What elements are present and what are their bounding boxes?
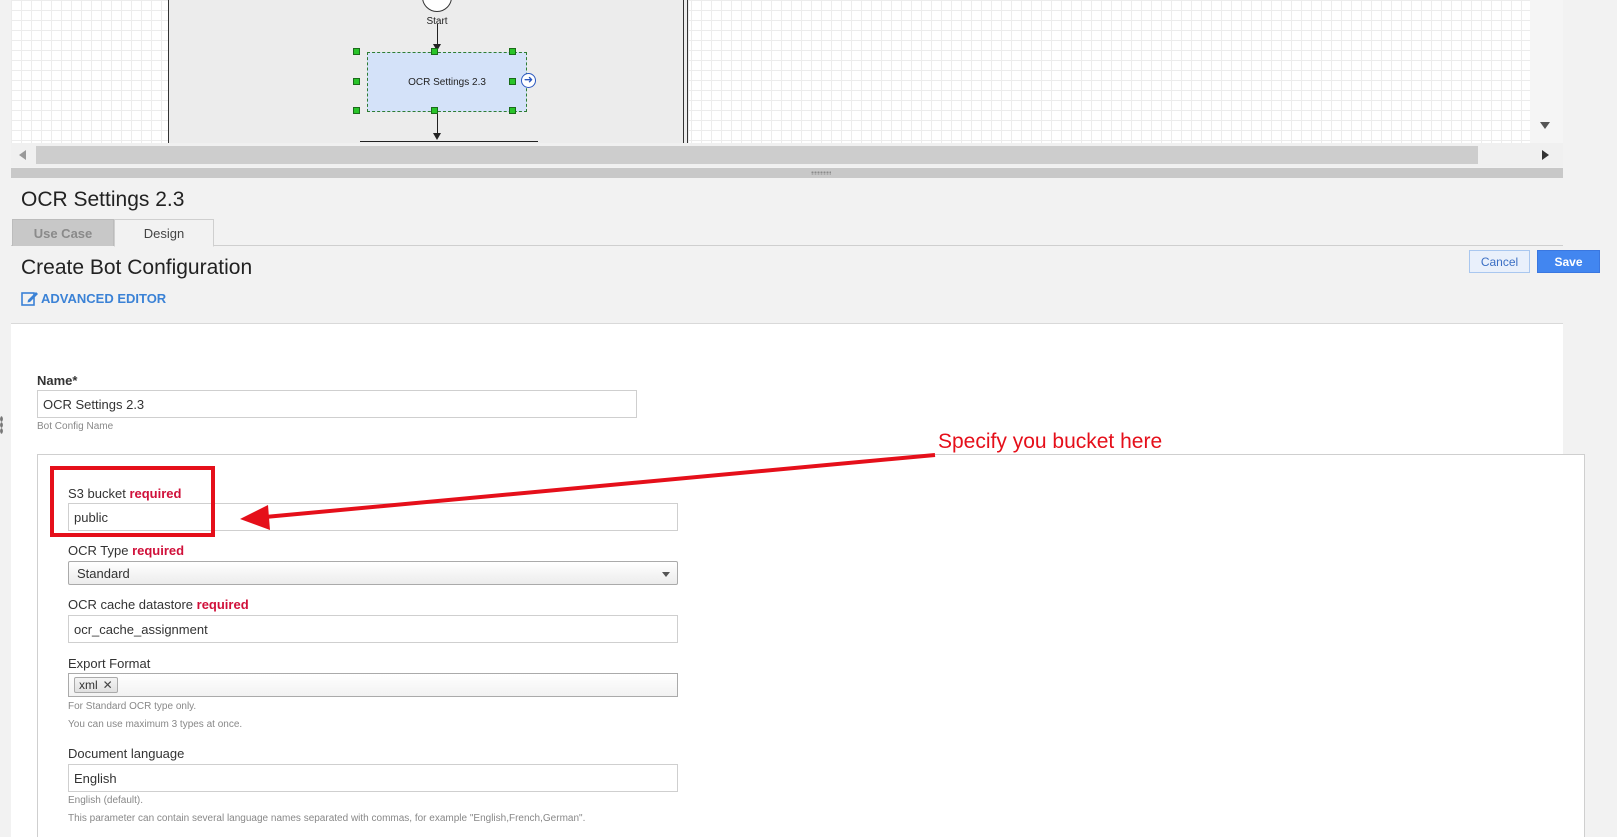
- export-format-tag: xml ✕: [74, 677, 118, 693]
- tab-use-case[interactable]: Use Case: [12, 219, 114, 246]
- tab-bar: Use Case Design: [11, 219, 1563, 247]
- advanced-editor-label: ADVANCED EDITOR: [41, 291, 167, 306]
- scroll-left-arrow-icon[interactable]: [19, 150, 26, 160]
- ocr-type-selected-value: Standard: [77, 565, 130, 581]
- edit-icon: [21, 292, 38, 306]
- tab-design[interactable]: Design: [114, 219, 214, 247]
- splitter-grip-icon[interactable]: [811, 171, 831, 175]
- save-button[interactable]: Save: [1537, 250, 1600, 273]
- resize-handle[interactable]: [353, 48, 360, 55]
- resize-handle[interactable]: [353, 78, 360, 85]
- swimlane-border: [683, 0, 684, 143]
- scroll-right-arrow-icon[interactable]: [1542, 150, 1549, 160]
- resize-handle[interactable]: [431, 48, 438, 55]
- advanced-editor-link[interactable]: ADVANCED EDITOR: [21, 290, 166, 307]
- document-language-hint-1: English (default).: [68, 795, 144, 806]
- annotation-highlight-box: [50, 466, 215, 537]
- resize-handle[interactable]: [509, 107, 516, 114]
- resize-handle[interactable]: [509, 78, 516, 85]
- ocr-settings-task-node[interactable]: OCR Settings 2.3: [367, 52, 527, 112]
- export-format-tag-label: xml: [79, 678, 98, 692]
- panel-splitter[interactable]: [11, 168, 1563, 178]
- resize-handle[interactable]: [353, 107, 360, 114]
- side-drag-handle-icon[interactable]: [0, 416, 3, 434]
- chevron-down-icon: [662, 572, 670, 577]
- task-node-label: OCR Settings 2.3: [408, 76, 486, 88]
- resize-handle[interactable]: [509, 48, 516, 55]
- horizontal-scrollbar-thumb[interactable]: [36, 146, 1478, 164]
- ocr-cache-input[interactable]: ocr_cache_assignment: [68, 615, 678, 643]
- horizontal-scrollbar[interactable]: [11, 143, 1563, 167]
- remove-tag-icon[interactable]: ✕: [103, 678, 113, 692]
- page-title: OCR Settings 2.3: [21, 188, 185, 211]
- document-language-input[interactable]: English: [68, 764, 678, 792]
- connector-line: [437, 114, 438, 134]
- connector-line: [437, 24, 438, 46]
- ocr-cache-label: OCR cache datastore required: [68, 597, 249, 612]
- export-format-label: Export Format: [68, 656, 151, 671]
- name-field-label: Name*: [37, 373, 78, 388]
- export-format-multiselect[interactable]: xml ✕: [68, 673, 678, 697]
- diagram-canvas[interactable]: Start OCR Settings 2.3 ➜: [11, 0, 1563, 143]
- swimlane-border: [687, 0, 688, 143]
- scroll-down-arrow-icon[interactable]: [1540, 122, 1550, 129]
- next-node-edge: [360, 141, 538, 142]
- document-language-hint-2: This parameter can contain several langu…: [68, 813, 586, 824]
- ocr-type-select[interactable]: Standard: [68, 561, 678, 585]
- resize-handle[interactable]: [431, 107, 438, 114]
- connect-arrow-icon[interactable]: ➜: [521, 73, 536, 88]
- ocr-type-label: OCR Type required: [68, 543, 185, 558]
- connector-arrowhead: [433, 133, 441, 140]
- cancel-button[interactable]: Cancel: [1469, 250, 1530, 273]
- annotation-text: Specify you bucket here: [938, 430, 1163, 453]
- section-title: Create Bot Configuration: [21, 256, 253, 279]
- name-field-hint: Bot Config Name: [37, 421, 114, 432]
- export-format-hint-1: For Standard OCR type only.: [68, 701, 197, 712]
- name-input[interactable]: OCR Settings 2.3: [37, 390, 637, 418]
- export-format-hint-2: You can use maximum 3 types at once.: [68, 719, 243, 730]
- document-language-label: Document language: [68, 746, 185, 761]
